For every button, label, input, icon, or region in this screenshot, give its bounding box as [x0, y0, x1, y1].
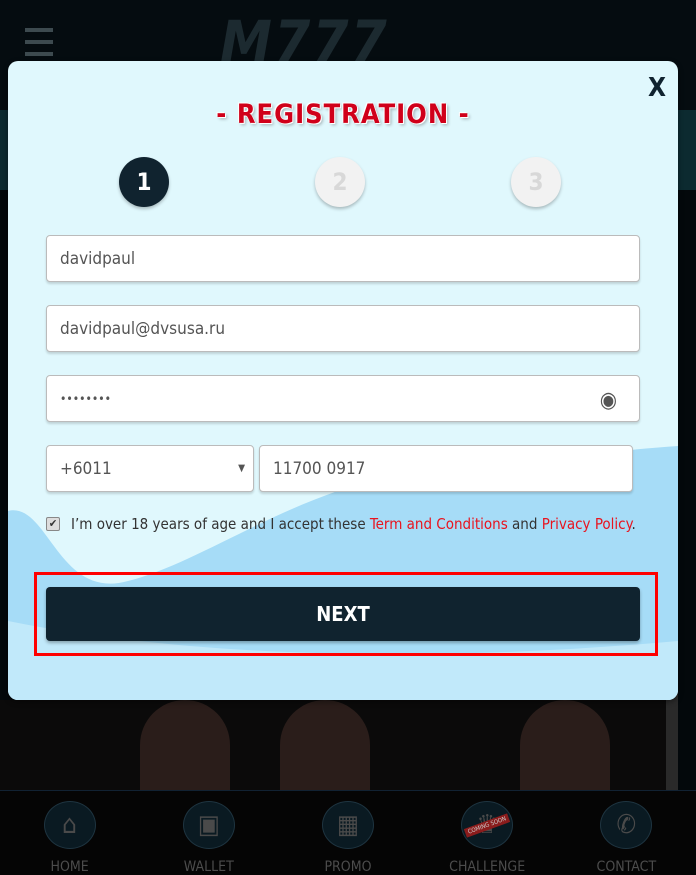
password-value: ••••••••	[60, 391, 111, 406]
step-2: 2	[315, 157, 365, 207]
nav-label: CONTACT	[596, 859, 657, 875]
phone-icon: ✆	[600, 801, 653, 849]
terms-text: I’m over 18 years of age and I accept th…	[71, 514, 651, 534]
step-3: 3	[511, 157, 561, 207]
wallet-icon: ▣	[182, 801, 235, 849]
nav-label: WALLET	[183, 859, 234, 875]
nav-contact[interactable]: ✆ CONTACT	[571, 791, 681, 875]
menu-icon[interactable]	[25, 28, 53, 56]
hero-banner	[0, 700, 666, 790]
gift-icon: ▦	[321, 801, 374, 849]
coming-soon-badge: COMING SOON	[463, 812, 511, 838]
modal-title: - REGISTRATION -	[216, 99, 470, 130]
agree-checkbox[interactable]: ✔	[46, 517, 60, 531]
next-button[interactable]: NEXT	[46, 587, 640, 641]
terms-text-part: and	[507, 515, 542, 533]
chevron-down-icon: ▼	[238, 463, 245, 474]
terms-text-part: I’m over 18 years of age and I accept th…	[71, 515, 370, 533]
nav-label: CHALLENGE	[449, 859, 526, 875]
nav-promo[interactable]: ▦ PROMO	[293, 791, 403, 875]
privacy-link[interactable]: Privacy Policy	[542, 515, 632, 533]
country-code-value: +6011	[60, 458, 112, 479]
country-code-select[interactable]: +6011 ▼	[46, 445, 254, 492]
trophy-icon: ♛COMING SOON	[461, 801, 514, 849]
step-1: 1	[119, 157, 169, 207]
bottom-nav: ⌂ HOME ▣ WALLET ▦ PROMO ♛COMING SOON CHALLEN…	[0, 790, 696, 875]
nav-challenge[interactable]: ♛COMING SOON CHALLENGE	[432, 791, 542, 875]
email-input[interactable]: davidpaul@dvsusa.ru	[46, 305, 640, 352]
nav-home[interactable]: ⌂ HOME	[15, 791, 125, 875]
username-input[interactable]: davidpaul	[46, 235, 640, 282]
eye-icon[interactable]: ◉	[600, 388, 617, 413]
nav-label: HOME	[50, 859, 89, 875]
home-icon: ⌂	[43, 801, 96, 849]
nav-wallet[interactable]: ▣ WALLET	[154, 791, 264, 875]
password-input[interactable]: •••••••• ◉	[46, 375, 640, 422]
terms-link[interactable]: Term and Conditions	[370, 515, 508, 533]
phone-input[interactable]: 11700 0917	[259, 445, 633, 492]
nav-label: PROMO	[324, 859, 372, 875]
terms-text-part: .	[631, 515, 636, 533]
registration-modal: X - REGISTRATION - 1 2 3 davidpaul david…	[8, 61, 678, 700]
